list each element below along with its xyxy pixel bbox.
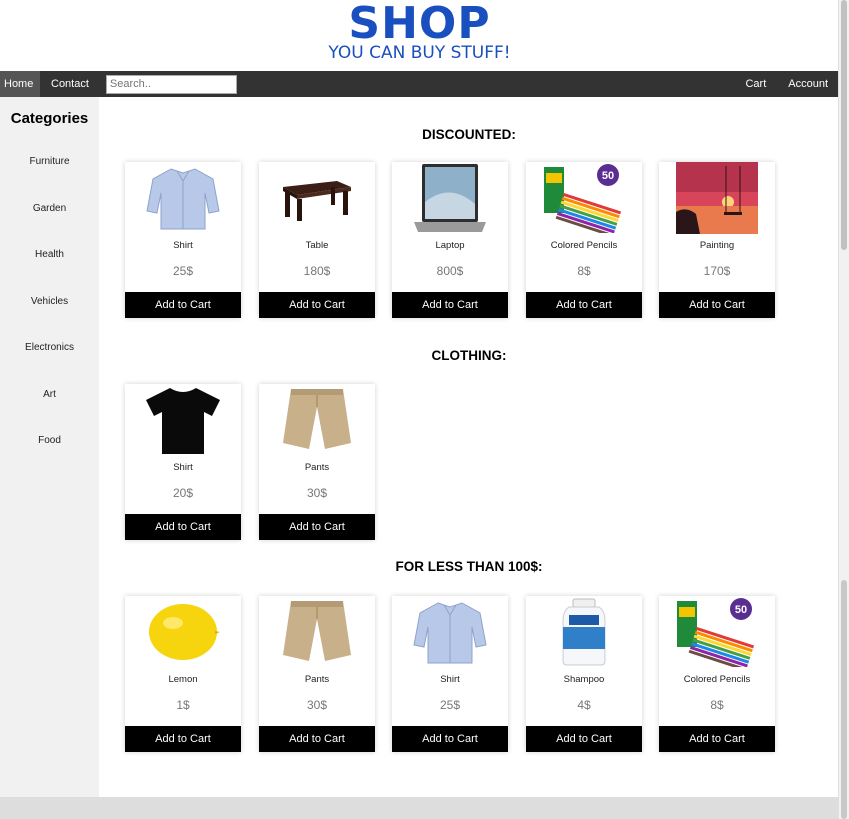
black-tshirt-icon[interactable] [125,384,241,456]
product-price: 25$ [439,698,461,712]
category-art[interactable]: Art [0,372,99,419]
category-list: Furniture Garden Health Vehicles Electro… [0,139,99,465]
product-name: Colored Pencils [683,674,751,685]
logo-header: SHOP YOU CAN BUY STUFF! [0,0,839,71]
product-price: 30$ [306,486,328,500]
add-to-cart-button[interactable]: Add to Cart [526,292,642,318]
categories-sidebar: Categories Furniture Garden Health Vehic… [0,97,99,797]
add-to-cart-button[interactable]: Add to Cart [259,292,375,318]
add-to-cart-button[interactable]: Add to Cart [392,292,508,318]
laptop-icon[interactable] [392,162,508,234]
category-electronics[interactable]: Electronics [0,325,99,372]
add-to-cart-button[interactable]: Add to Cart [259,514,375,540]
colored-pencils-icon[interactable]: 50 [659,596,775,668]
section-title: CLOTHING: [431,348,507,363]
svg-text:50: 50 [602,170,614,182]
add-to-cart-button[interactable]: Add to Cart [526,726,642,752]
category-furniture[interactable]: Furniture [0,139,99,186]
category-health[interactable]: Health [0,232,99,279]
svg-text:50: 50 [735,604,747,616]
product-price: 800$ [436,264,464,278]
section-title: DISCOUNTED: [422,127,516,142]
pants-icon[interactable] [259,384,375,456]
product-price: 4$ [577,698,591,712]
product-name: Table [305,240,329,251]
product-name: Shirt [173,240,193,251]
product-price: 30$ [306,698,328,712]
product-name: Shirt [173,462,193,473]
product-card: Laptop 800$ Add to Cart [392,162,508,318]
add-to-cart-button[interactable]: Add to Cart [659,292,775,318]
product-card: 50 Colored Pencils 8$ Add to Cart [526,162,642,318]
product-name: Pants [304,462,330,473]
product-name: Lemon [168,674,198,685]
scrollbar-thumb[interactable] [841,0,847,250]
product-card: Shirt 25$ Add to Cart [392,596,508,752]
blue-shirt-icon[interactable] [392,596,508,668]
add-to-cart-button[interactable]: Add to Cart [125,292,241,318]
top-nav: Home Contact Cart Account [0,71,839,97]
product-card: Table 180$ Add to Cart [259,162,375,318]
logo-title: SHOP [348,0,491,49]
page: SHOP YOU CAN BUY STUFF! Home Contact Car… [0,0,839,819]
product-card: Shampoo 4$ Add to Cart [526,596,642,752]
product-price: 8$ [577,264,591,278]
logo-subtitle: YOU CAN BUY STUFF! [328,43,511,63]
product-name: Pants [304,674,330,685]
add-to-cart-button[interactable]: Add to Cart [259,726,375,752]
nav-account[interactable]: Account [777,71,839,97]
category-food[interactable]: Food [0,418,99,465]
shampoo-icon[interactable] [526,596,642,668]
section-title: FOR LESS THAN 100$: [395,559,543,574]
product-price: 1$ [176,698,190,712]
product-name: Colored Pencils [550,240,618,251]
product-price: 170$ [703,264,731,278]
colored-pencils-icon[interactable]: 50 [526,162,642,234]
product-price: 20$ [172,486,194,500]
nav-home[interactable]: Home [0,71,40,97]
category-garden[interactable]: Garden [0,186,99,233]
category-vehicles[interactable]: Vehicles [0,279,99,326]
product-card: Shirt 25$ Add to Cart [125,162,241,318]
product-card: Lemon 1$ Add to Cart [125,596,241,752]
add-to-cart-button[interactable]: Add to Cart [392,726,508,752]
product-name: Shampoo [563,674,605,685]
product-name: Shirt [440,674,460,685]
nav-cart[interactable]: Cart [734,71,777,97]
painting-icon[interactable] [659,162,775,234]
scrollbar-thumb-lower[interactable] [841,580,847,819]
product-price: 25$ [172,264,194,278]
nav-contact[interactable]: Contact [40,71,100,97]
search-input[interactable] [105,74,237,94]
sidebar-title: Categories [10,110,89,127]
product-price: 180$ [303,264,331,278]
nav-right-group: Cart Account [734,71,839,97]
add-to-cart-button[interactable]: Add to Cart [125,514,241,540]
product-name: Laptop [435,240,465,251]
product-card: Pants 30$ Add to Cart [259,596,375,752]
product-price: 8$ [710,698,724,712]
page-footer [0,797,839,819]
add-to-cart-button[interactable]: Add to Cart [125,726,241,752]
pants-icon[interactable] [259,596,375,668]
product-card: 50 Colored Pencils 8$ Add to Cart [659,596,775,752]
product-card: Shirt 20$ Add to Cart [125,384,241,540]
lemon-icon[interactable] [125,596,241,668]
table-icon[interactable] [259,162,375,234]
product-card: Painting 170$ Add to Cart [659,162,775,318]
add-to-cart-button[interactable]: Add to Cart [659,726,775,752]
product-card: Pants 30$ Add to Cart [259,384,375,540]
product-name: Painting [699,240,735,251]
vertical-scrollbar[interactable] [838,0,849,819]
blue-shirt-icon[interactable] [125,162,241,234]
